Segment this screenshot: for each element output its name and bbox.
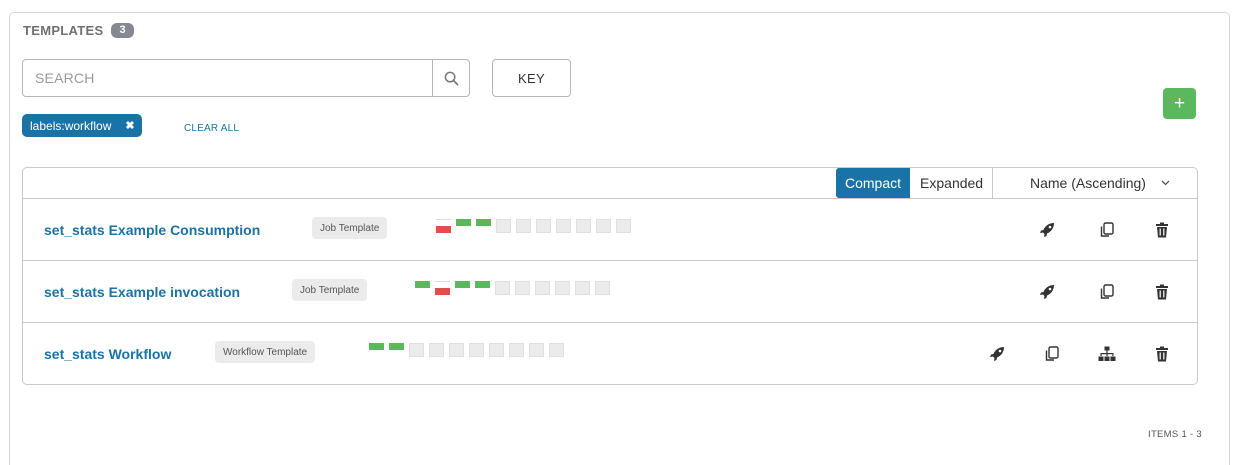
search-bar [22,59,470,97]
job-status-none [595,281,610,295]
remove-filter-icon[interactable]: ✖ [125,119,134,132]
template-row: set_stats Workflow Workflow Template [23,323,1197,384]
template-row: set_stats Example Consumption Job Templa… [23,199,1197,261]
job-status-none [556,219,571,233]
copy-icon[interactable] [1095,218,1119,242]
launch-icon[interactable] [985,342,1009,366]
template-name-link[interactable]: set_stats Workflow [44,323,171,384]
recent-jobs [436,219,631,233]
recent-jobs [415,281,610,295]
job-status-none [409,343,424,357]
job-status-successful[interactable] [455,281,470,295]
job-status-successful[interactable] [475,281,490,295]
job-status-none [575,281,590,295]
job-status-none [535,281,550,295]
job-status-none [429,343,444,357]
job-status-successful[interactable] [369,343,384,357]
add-button[interactable]: + [1163,88,1196,119]
sort-dropdown[interactable]: Name (Ascending) [1030,168,1170,198]
job-status-none [529,343,544,357]
search-input[interactable] [23,60,432,96]
chevron-down-icon [1161,178,1170,189]
search-button[interactable] [432,60,469,96]
template-name-link[interactable]: set_stats Example invocation [44,261,240,322]
page-title-text: TEMPLATES [23,23,104,38]
recent-jobs [369,343,564,357]
copy-icon[interactable] [1095,280,1119,304]
job-status-none [515,281,530,295]
job-status-none [576,219,591,233]
filter-tag: labels:workflow ✖ [22,114,142,137]
templates-list: Compact Expanded Name (Ascending) set_st… [22,167,1198,385]
job-status-failed[interactable] [435,281,450,295]
compact-view-button[interactable]: Compact [836,168,911,198]
job-status-none [496,219,511,233]
job-status-successful[interactable] [456,219,471,233]
copy-icon[interactable] [1040,342,1064,366]
job-status-none [495,281,510,295]
view-toggle: Compact Expanded [836,168,994,198]
job-status-none [449,343,464,357]
clear-all-link[interactable]: CLEAR ALL [184,123,239,134]
template-type-label: Workflow Template [215,341,316,363]
sort-label: Name (Ascending) [1030,175,1146,191]
delete-icon[interactable] [1150,280,1174,304]
job-status-successful[interactable] [476,219,491,233]
filter-tag-label: labels:workflow [30,118,112,133]
delete-icon[interactable] [1150,342,1174,366]
job-status-none [469,343,484,357]
search-icon [444,71,458,85]
template-type-label: Job Template [292,279,368,301]
job-status-successful[interactable] [389,343,404,357]
pagination-info: ITEMS 1 - 3 [1148,429,1202,440]
key-button[interactable]: KEY [492,59,571,97]
template-type-label: Job Template [312,217,388,239]
launch-icon[interactable] [1035,280,1059,304]
page-title: TEMPLATES 3 [23,23,134,38]
expanded-view-button[interactable]: Expanded [910,168,994,198]
job-status-none [555,281,570,295]
delete-icon[interactable] [1150,218,1174,242]
count-badge: 3 [111,23,134,38]
job-status-none [616,219,631,233]
job-status-failed[interactable] [436,219,451,233]
template-row: set_stats Example invocation Job Templat… [23,261,1197,323]
launch-icon[interactable] [1035,218,1059,242]
job-status-successful[interactable] [415,281,430,295]
template-name-link[interactable]: set_stats Example Consumption [44,199,260,260]
job-status-none [549,343,564,357]
list-toolbar: Compact Expanded Name (Ascending) [23,168,1197,199]
workflow-visualizer-icon[interactable] [1095,342,1119,366]
job-status-none [516,219,531,233]
job-status-none [596,219,611,233]
job-status-none [536,219,551,233]
job-status-none [489,343,504,357]
job-status-none [509,343,524,357]
